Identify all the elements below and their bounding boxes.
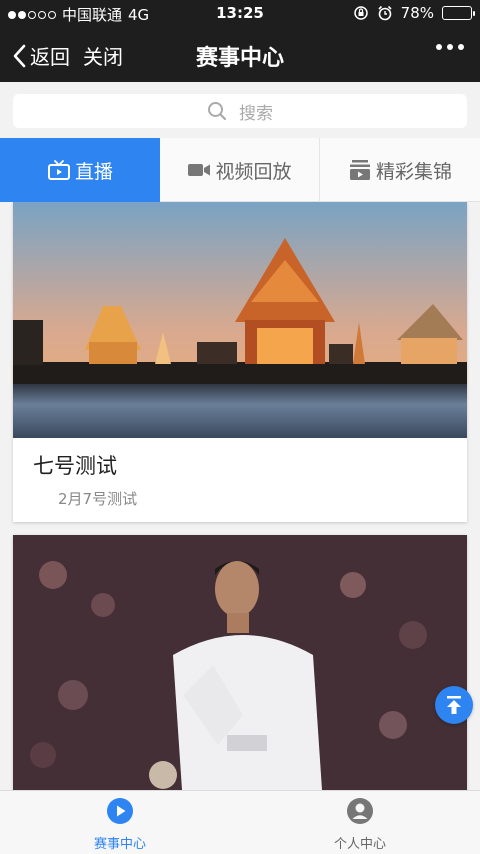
- status-right: 78%: [353, 4, 475, 22]
- bottom-tab-label: 赛事中心: [93, 837, 146, 852]
- battery-icon: [442, 6, 475, 20]
- battery-percent: 78%: [400, 4, 434, 22]
- bottom-tab-label: 个人中心: [333, 837, 386, 852]
- orientation-lock-icon: [353, 6, 368, 20]
- bottom-tab-event-center[interactable]: 赛事中心: [40, 797, 200, 852]
- playlist-icon: [349, 160, 370, 180]
- tab-bar: 直播 视频回放 精彩集锦: [0, 138, 480, 202]
- play-circle-icon: [107, 798, 133, 824]
- tv-icon: [47, 160, 70, 180]
- bottom-tab-bar: 赛事中心 个人中心: [0, 790, 480, 854]
- event-card[interactable]: [13, 535, 467, 790]
- search-icon: [208, 102, 227, 121]
- event-card[interactable]: 七号测试 2月7号测试: [13, 202, 467, 522]
- tab-label: 精彩集锦: [375, 160, 452, 183]
- dot-icon: [458, 44, 464, 50]
- video-camera-icon: [188, 164, 211, 176]
- tab-label: 直播: [74, 160, 113, 183]
- user-avatar-icon: [347, 798, 373, 824]
- tab-live[interactable]: 直播: [0, 138, 160, 202]
- page-title: 赛事中心: [195, 46, 284, 71]
- alarm-icon: [378, 5, 392, 21]
- arrow-up-to-top-icon: [447, 696, 461, 714]
- search-bar: 搜索: [0, 82, 480, 138]
- event-feed: 七号测试 2月7号测试: [0, 202, 480, 790]
- card-cover-image: [13, 535, 467, 790]
- dot-icon: [436, 44, 442, 50]
- back-to-top-button[interactable]: [435, 686, 473, 724]
- search-placeholder: 搜索: [239, 103, 273, 124]
- bottom-tab-personal-center[interactable]: 个人中心: [280, 797, 440, 852]
- tab-label: 视频回放: [215, 160, 292, 183]
- nav-bar: 返回 关闭 赛事中心: [0, 28, 480, 82]
- search-input[interactable]: 搜索: [13, 94, 467, 128]
- card-title: 七号测试: [33, 454, 117, 478]
- tab-highlights[interactable]: 精彩集锦: [320, 138, 480, 202]
- card-cover-image: [13, 202, 467, 438]
- tab-video-replay[interactable]: 视频回放: [160, 138, 320, 202]
- card-subtitle: 2月7号测试: [58, 490, 138, 508]
- status-bar: 中国联通 4G 13:25 78%: [0, 0, 480, 28]
- more-menu-button[interactable]: [436, 44, 464, 50]
- dot-icon: [447, 44, 453, 50]
